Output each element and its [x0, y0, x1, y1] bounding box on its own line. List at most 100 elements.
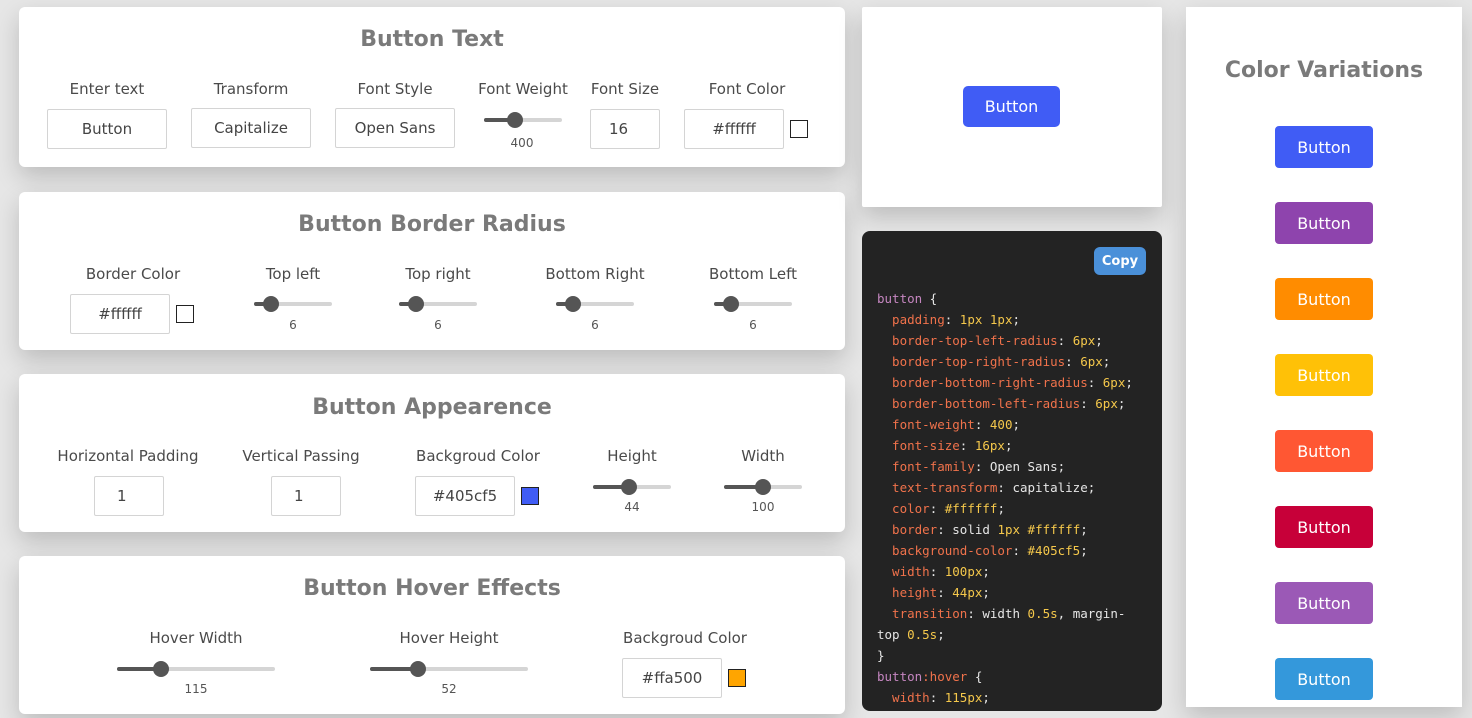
code-token: : solid — [937, 522, 998, 537]
hover-background-color-label: Backgroud Color — [623, 629, 747, 647]
vertical-padding-label: Vertical Passing — [242, 447, 360, 465]
color-variation-button[interactable]: Button — [1275, 658, 1373, 700]
code-token: : — [974, 417, 990, 432]
code-token: color — [877, 501, 930, 516]
top-right-value: 6 — [434, 318, 442, 332]
background-color-swatch[interactable] — [521, 487, 539, 505]
color-variation-button[interactable]: Button — [1275, 126, 1373, 168]
code-token: top — [877, 627, 908, 642]
hover-background-color-input[interactable] — [622, 658, 722, 698]
color-variation-button[interactable]: Button — [1275, 278, 1373, 320]
button-text-title: Button Text — [360, 27, 504, 52]
code-token: 400 — [989, 417, 1013, 432]
vertical-padding-input[interactable] — [271, 476, 341, 516]
top-right-label: Top right — [405, 265, 471, 283]
font-color-input[interactable] — [684, 109, 784, 149]
code-line: border: solid 1px #ffffff; — [877, 519, 1152, 540]
code-token: 6px — [1080, 354, 1103, 369]
font-size-input[interactable] — [590, 109, 660, 149]
code-token: border-top-left-radius — [877, 333, 1058, 348]
font-weight-value: 400 — [510, 136, 534, 150]
hover-height-slider[interactable] — [370, 661, 528, 677]
top-left-value: 6 — [289, 318, 297, 332]
code-line: button { — [877, 288, 1152, 309]
width-slider-thumb[interactable] — [755, 479, 771, 495]
bottom-right-slider-thumb[interactable] — [565, 296, 581, 312]
color-variation-button[interactable]: Button — [1275, 582, 1373, 624]
code-line: border-bottom-left-radius: 6px; — [877, 393, 1152, 414]
code-token: : — [1065, 354, 1081, 369]
font-style-input[interactable] — [335, 108, 455, 148]
color-variation-button[interactable]: Button — [1275, 430, 1373, 472]
appearance-card: Button Appearence Horizontal Padding Ver… — [19, 374, 845, 532]
button-text-card: Button Text Enter text Transform Font St… — [19, 7, 845, 167]
horizontal-padding-input[interactable] — [94, 476, 164, 516]
width-slider[interactable] — [724, 479, 802, 495]
code-token: 44px — [952, 585, 983, 600]
border-color-swatch[interactable] — [176, 305, 194, 323]
code-token: 6px — [1102, 375, 1126, 390]
code-token: ; — [937, 627, 945, 642]
font-size-label: Font Size — [590, 80, 660, 98]
code-token: 6px — [1095, 396, 1118, 411]
code-token: #ffffff — [944, 501, 998, 516]
background-color-input[interactable] — [415, 476, 515, 516]
width-value: 100 — [751, 500, 775, 514]
font-weight-slider[interactable] — [484, 112, 562, 128]
code-line: text-transform: capitalize; — [877, 477, 1152, 498]
code-token: border-bottom-left-radius — [877, 396, 1081, 411]
code-token: border-top-right-radius — [877, 354, 1066, 369]
height-slider-thumb[interactable] — [621, 479, 637, 495]
hover-height-slider-thumb[interactable] — [410, 661, 426, 677]
horizontal-padding-label: Horizontal Padding — [57, 447, 199, 465]
code-token: padding — [877, 312, 945, 327]
code-line: button:hover { — [877, 666, 1152, 687]
color-variation-button[interactable]: Button — [1275, 202, 1373, 244]
color-variation-button[interactable]: Button — [1275, 506, 1373, 548]
code-token: 16px — [974, 438, 1005, 453]
border-color-input[interactable] — [70, 294, 170, 334]
top-right-slider[interactable] — [399, 296, 477, 312]
hover-width-value: 115 — [184, 682, 208, 696]
height-slider[interactable] — [593, 479, 671, 495]
bottom-left-slider[interactable] — [714, 296, 792, 312]
font-weight-slider-thumb[interactable] — [507, 112, 523, 128]
code-line: font-family: Open Sans; — [877, 456, 1152, 477]
color-variation-button[interactable]: Button — [1275, 354, 1373, 396]
hover-width-slider[interactable] — [117, 661, 275, 677]
font-style-label: Font Style — [357, 80, 433, 98]
code-token: : — [959, 438, 975, 453]
top-right-slider-thumb[interactable] — [408, 296, 424, 312]
code-line: color: #ffffff; — [877, 498, 1152, 519]
enter-text-input[interactable] — [47, 109, 167, 149]
preview-button[interactable]: Button — [962, 85, 1061, 128]
code-line: border-top-left-radius: 6px; — [877, 330, 1152, 351]
code-line: height: 44px; — [877, 582, 1152, 603]
top-left-slider[interactable] — [254, 296, 332, 312]
code-line: width: 100px; — [877, 561, 1152, 582]
code-token: 1px #ffffff — [997, 522, 1081, 537]
code-line: font-weight: 400; — [877, 414, 1152, 435]
height-value: 44 — [624, 500, 640, 514]
top-left-slider-thumb[interactable] — [263, 296, 279, 312]
color-variations-title: Color Variations — [1224, 58, 1424, 83]
bottom-left-slider-thumb[interactable] — [723, 296, 739, 312]
hover-background-color-swatch[interactable] — [728, 669, 746, 687]
hover-width-label: Hover Width — [149, 629, 243, 647]
font-color-swatch[interactable] — [790, 120, 808, 138]
hover-height-label: Hover Height — [399, 629, 499, 647]
bottom-right-slider[interactable] — [556, 296, 634, 312]
appearance-title: Button Appearence — [312, 395, 552, 420]
transform-input[interactable] — [191, 108, 311, 148]
copy-button[interactable]: Copy — [1094, 247, 1146, 275]
code-token: { — [922, 291, 938, 306]
hover-width-slider-thumb[interactable] — [153, 661, 169, 677]
code-token: : — [1057, 333, 1073, 348]
width-label: Width — [741, 447, 785, 465]
code-token: 100px — [944, 564, 983, 579]
code-token: : Open Sans; — [974, 459, 1066, 474]
code-line: border-top-right-radius: 6px; — [877, 351, 1152, 372]
border-radius-card: Button Border Radius Border Color Top le… — [19, 192, 845, 350]
code-token: :hover — [922, 669, 968, 684]
code-token: font-family — [877, 459, 975, 474]
